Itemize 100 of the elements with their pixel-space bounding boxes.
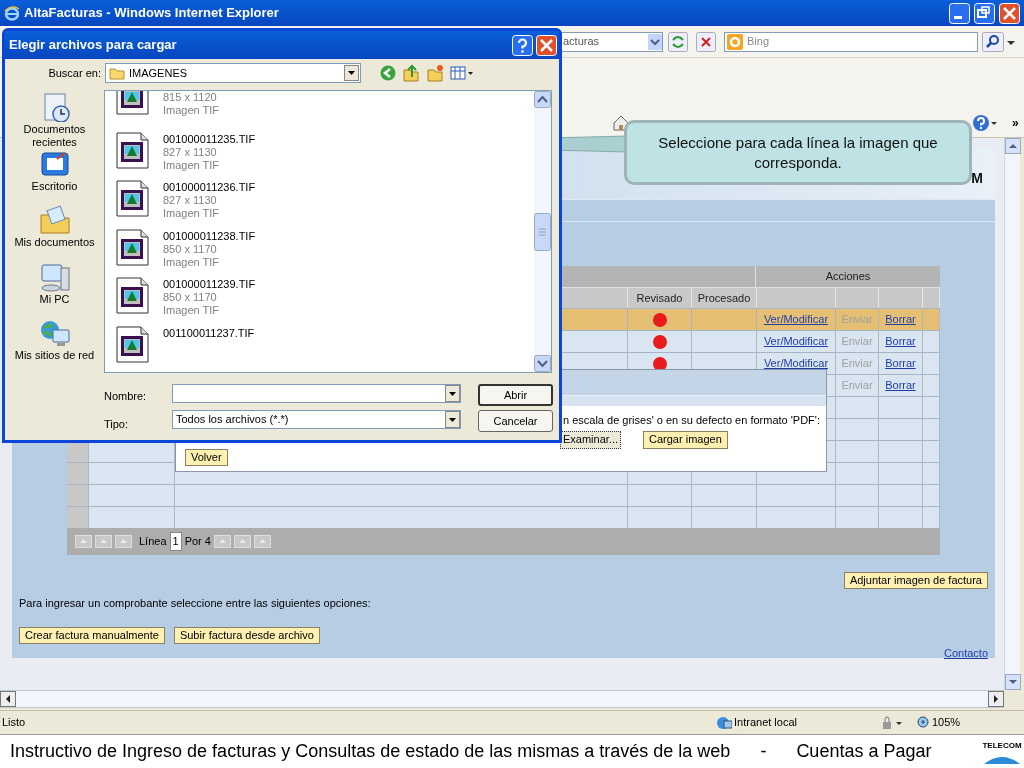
upload-button[interactable]: Cargar imagen xyxy=(643,430,728,449)
file-dimensions: 827 x 1130 xyxy=(163,145,218,159)
option-button[interactable]: Crear factura manualmente xyxy=(19,626,165,644)
pager-label: Línea xyxy=(139,534,167,550)
file-item[interactable]: 001000011236.TIF 827 x 1130 Imagen TIF xyxy=(115,178,534,227)
security-icon[interactable] xyxy=(880,714,904,731)
window-title: AltaFacturas - Windows Internet Explorer xyxy=(24,4,280,23)
desktop-icon xyxy=(38,149,71,179)
help-icon[interactable] xyxy=(512,34,533,56)
up-folder-icon[interactable] xyxy=(402,64,420,82)
zone-text: Intranet local xyxy=(734,715,798,731)
action-link[interactable]: Borrar xyxy=(885,377,916,394)
row-selector-cell[interactable] xyxy=(67,485,89,506)
search-icon[interactable] xyxy=(982,31,1004,52)
places-label: Documentos recientes xyxy=(22,123,87,149)
stop-icon[interactable] xyxy=(696,31,716,52)
open-button[interactable]: Abrir xyxy=(478,384,553,406)
places-item[interactable]: Documentos recientes xyxy=(5,92,104,149)
cancel-button[interactable]: Cancelar xyxy=(478,410,553,432)
file-type: Imagen TIF xyxy=(163,104,220,117)
name-field[interactable] xyxy=(172,384,461,403)
file-name: 001100011237.TIF xyxy=(163,326,255,340)
action-link[interactable]: Borrar xyxy=(885,311,916,328)
dropdown-icon[interactable] xyxy=(648,33,662,50)
line-input[interactable]: 1 xyxy=(169,532,182,551)
more-chevron[interactable]: » xyxy=(1012,113,1019,132)
dropdown-icon[interactable] xyxy=(344,65,359,81)
scroll-right-icon[interactable] xyxy=(988,691,1004,707)
file-item[interactable]: 001100011237.TIF xyxy=(115,323,534,372)
attach-image-button[interactable]: Adjuntar imagen de factura xyxy=(843,572,988,589)
file-type: Imagen TIF xyxy=(163,158,221,172)
scroll-down-icon[interactable] xyxy=(1005,674,1021,690)
action-link[interactable]: Ver/Modificar xyxy=(763,355,829,372)
action-link[interactable]: Ver/Modificar xyxy=(763,333,829,350)
places-item[interactable]: Mi PC xyxy=(5,261,104,318)
image-file-icon xyxy=(115,228,151,267)
action-link[interactable]: Borrar xyxy=(885,333,916,350)
file-dimensions: 850 x 1170 xyxy=(163,242,218,256)
image-file-icon xyxy=(115,180,151,219)
horizontal-scrollbar[interactable] xyxy=(0,690,1004,708)
instructions-text: Para ingresar un comprobante seleccione entre las siguientes opciones: xyxy=(19,596,372,611)
logo-text: M xyxy=(971,169,983,188)
places-label: Mis sitios de red xyxy=(14,348,95,362)
file-dimensions: 815 x 1120 xyxy=(163,91,218,104)
help-icon[interactable] xyxy=(972,112,998,133)
folder-icon xyxy=(38,205,71,236)
view-menu-icon[interactable] xyxy=(450,64,474,82)
search-field[interactable]: Bing xyxy=(724,31,978,52)
file-item[interactable]: 001000011239.TIF 850 x 1170 Imagen TIF xyxy=(115,275,534,324)
browse-button[interactable]: Examinar... xyxy=(560,430,622,449)
places-item[interactable]: Escritorio xyxy=(5,149,104,206)
back-button[interactable]: Volver xyxy=(185,448,228,466)
footer-separator: - xyxy=(760,740,767,763)
file-item[interactable]: 001000011238.TIF 850 x 1170 Imagen TIF xyxy=(115,226,534,276)
scroll-thumb-icon[interactable] xyxy=(534,212,551,251)
file-list-scrollbar[interactable] xyxy=(534,91,551,372)
refresh-icon[interactable] xyxy=(668,31,688,52)
search-placeholder: Bing xyxy=(747,34,770,50)
row-selector-cell[interactable] xyxy=(67,463,89,484)
back-icon[interactable] xyxy=(379,64,397,82)
file-type: Imagen TIF xyxy=(163,207,221,221)
dialog-title: Elegir archivos para cargar xyxy=(9,36,178,55)
field-value: Todos los archivos (*.*) xyxy=(175,412,290,428)
restore-icon[interactable] xyxy=(974,2,995,24)
contact-link[interactable]: Contacto xyxy=(943,644,988,661)
row-selector-cell[interactable] xyxy=(67,441,89,462)
places-item[interactable]: Mis sitios de red xyxy=(5,317,104,374)
file-type: Imagen TIF xyxy=(163,255,221,269)
type-dropdown[interactable]: Todos los archivos (*.*) xyxy=(172,410,461,429)
option-button[interactable]: Subir factura desde archivo xyxy=(173,626,320,644)
look-in-dropdown[interactable]: IMAGENES xyxy=(105,63,361,83)
close-icon[interactable] xyxy=(536,34,557,56)
image-file-icon xyxy=(115,131,151,170)
zoom-level[interactable]: 105% xyxy=(932,714,961,731)
browser-logo-icon xyxy=(4,5,20,21)
folder-icon xyxy=(109,66,125,80)
action-link[interactable]: Ver/Modificar xyxy=(763,311,829,328)
places-item[interactable]: Mis documentos xyxy=(5,205,104,262)
type-label: Tipo: xyxy=(104,416,130,432)
close-icon[interactable] xyxy=(999,2,1020,24)
scroll-up-icon[interactable] xyxy=(1005,138,1021,154)
status-text: Listo xyxy=(1,715,27,731)
scroll-left-icon[interactable] xyxy=(0,691,16,707)
dropdown-icon[interactable] xyxy=(445,385,460,402)
zoom-icon[interactable] xyxy=(916,714,930,731)
vertical-scrollbar[interactable] xyxy=(1004,138,1020,690)
file-item[interactable]: 001000011235.TIF 827 x 1130 Imagen TIF xyxy=(115,129,534,179)
scroll-up-icon[interactable] xyxy=(534,91,551,108)
upload-instructions: n escala de grises' o en su defecto en formato 'PDF': xyxy=(563,413,821,428)
name-label: Nombre: xyxy=(104,389,148,404)
minimize-icon[interactable] xyxy=(949,2,970,24)
row-selector-cell[interactable] xyxy=(67,507,89,528)
new-folder-icon[interactable] xyxy=(426,64,444,82)
scroll-down-icon[interactable] xyxy=(534,355,551,372)
file-name: 001000011239.TIF xyxy=(163,278,256,292)
file-item[interactable]: 815 x 1120 Imagen TIF xyxy=(115,91,534,130)
action-link[interactable]: Borrar xyxy=(885,355,916,372)
dropdown-icon[interactable] xyxy=(445,411,460,428)
file-name: 001000011235.TIF xyxy=(163,132,256,146)
column-header: Acciones xyxy=(824,269,872,285)
